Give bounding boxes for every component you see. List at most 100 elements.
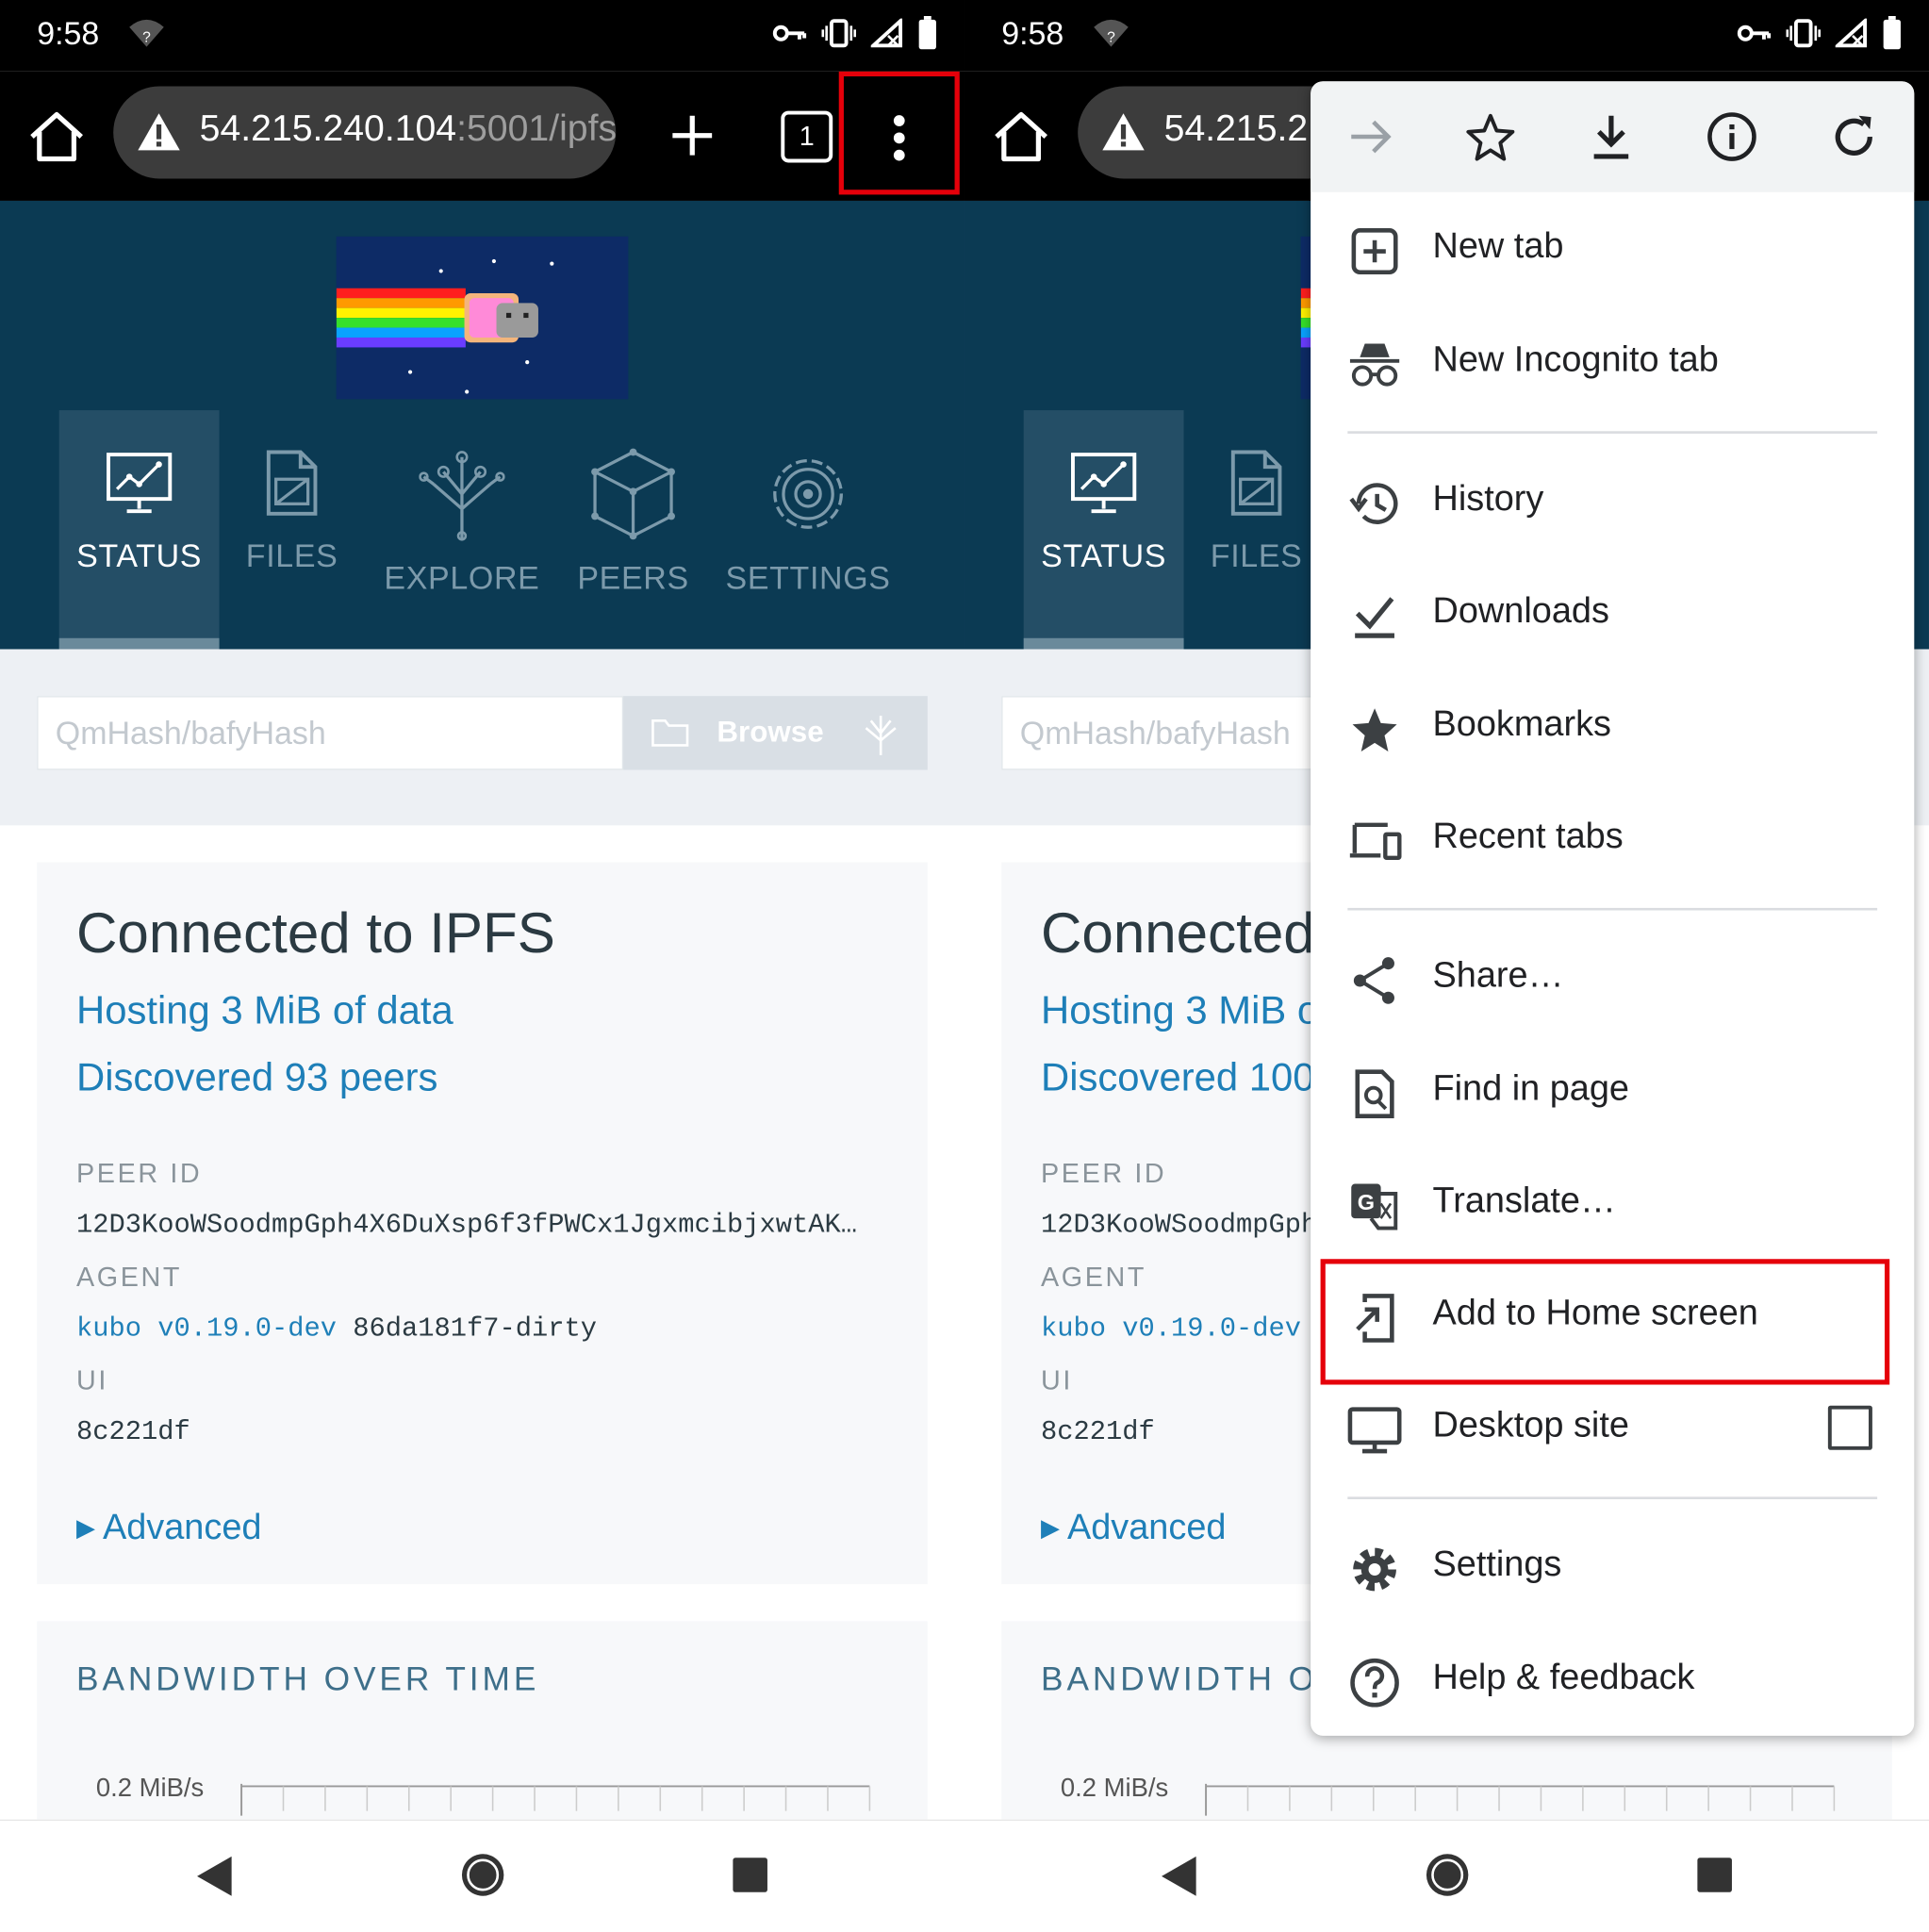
refresh-icon[interactable] <box>1823 106 1885 167</box>
menu-item-settings[interactable]: Settings <box>1311 1518 1914 1622</box>
status-bar: 9:58 ? <box>0 0 964 72</box>
desktop-site-checkbox[interactable] <box>1827 1405 1872 1450</box>
back-icon[interactable] <box>194 1854 234 1905</box>
advanced-label: Advanced <box>102 1508 262 1547</box>
peer-id-label: PEER ID <box>1041 1158 1167 1189</box>
ui-value: 8c221df <box>76 1416 190 1448</box>
nav-files[interactable]: FILES <box>241 447 342 575</box>
hash-search-field[interactable] <box>37 696 624 770</box>
menu-item-translate[interactable]: G Translate… <box>1311 1154 1914 1258</box>
files-icon <box>1206 447 1307 527</box>
menu-item-share[interactable]: Share… <box>1311 929 1914 1032</box>
menu-item-help-feedback[interactable]: Help & feedback <box>1311 1631 1914 1735</box>
vibrate-icon <box>821 19 857 55</box>
recents-square-icon[interactable] <box>1696 1857 1733 1900</box>
bandwidth-title: BANDWIDTH OVER TIME <box>76 1660 540 1698</box>
bookmarks-star-icon <box>1347 702 1401 756</box>
menu-item-find-in-page[interactable]: Find in page <box>1311 1042 1914 1146</box>
menu-label: History <box>1432 479 1544 520</box>
menu-button-highlight <box>838 71 960 195</box>
advanced-toggle[interactable]: ▶ Advanced <box>1041 1508 1226 1548</box>
hash-search-input[interactable] <box>38 697 622 769</box>
agent-link[interactable]: kubo v0.19.0-dev <box>1041 1313 1301 1345</box>
status-title: Connected to IPFS <box>76 900 555 965</box>
url-text: 54.215.240.104:5001/ipfs <box>200 108 617 150</box>
hosting-link[interactable]: Hosting 3 MiB of data <box>76 988 453 1033</box>
download-icon[interactable] <box>1580 106 1641 167</box>
agent-label: AGENT <box>76 1261 183 1293</box>
menu-divider <box>1347 1496 1878 1500</box>
search-strip: Browse <box>0 649 964 826</box>
recents-square-icon[interactable] <box>732 1857 768 1900</box>
menu-label: New Incognito tab <box>1432 339 1719 380</box>
peers-link[interactable]: Discovered 93 peers <box>76 1054 437 1099</box>
menu-label: Help & feedback <box>1432 1658 1695 1698</box>
add-to-home-screen-highlight <box>1320 1259 1890 1385</box>
nav-active-indicator <box>1023 637 1184 650</box>
battery-icon <box>917 15 937 57</box>
url-text: 54.215.2 <box>1163 107 1309 150</box>
nav-files[interactable]: FILES <box>1206 447 1307 575</box>
share-icon <box>1347 953 1401 1007</box>
ui-value: 8c221df <box>1041 1416 1155 1448</box>
nav-settings[interactable]: SETTINGS <box>724 447 892 597</box>
menu-divider <box>1347 431 1878 434</box>
menu-label: Translate… <box>1432 1181 1616 1221</box>
browse-button[interactable]: Browse <box>623 696 928 770</box>
back-icon[interactable] <box>1159 1854 1198 1905</box>
nav-files-label: FILES <box>1210 537 1303 574</box>
warning-icon <box>136 111 183 159</box>
disclosure-triangle-icon: ▶ <box>76 1515 96 1543</box>
info-icon[interactable] <box>1701 106 1762 167</box>
menu-item-recent-tabs[interactable]: Recent tabs <box>1311 789 1914 893</box>
home-icon[interactable] <box>989 105 1053 169</box>
menu-divider <box>1347 907 1878 911</box>
new-tab-plus-icon[interactable] <box>666 108 719 162</box>
downloads-check-icon <box>1347 589 1401 643</box>
menu-label: Bookmarks <box>1432 704 1611 745</box>
status-time: 9:58 <box>37 14 100 52</box>
nav-active-indicator <box>58 637 220 650</box>
vibrate-icon <box>1786 19 1822 55</box>
menu-action-row <box>1311 81 1915 192</box>
nav-explore-label: EXPLORE <box>384 559 540 597</box>
ipfs-header: STATUS FILES EXPLORE PEERS SETTINGS <box>0 200 964 650</box>
nav-explore[interactable]: EXPLORE <box>382 447 542 597</box>
agent-value: kubo v0.19.0-dev 86da181f7-dirty <box>76 1313 597 1345</box>
tab-switcher-button[interactable]: 1 <box>781 110 833 163</box>
nav-status[interactable]: STATUS <box>1024 447 1184 575</box>
menu-item-history[interactable]: History <box>1311 452 1914 555</box>
home-circle-icon[interactable] <box>1424 1852 1471 1905</box>
menu-item-downloads[interactable]: Downloads <box>1311 564 1914 668</box>
status-card: Connected to IPFS Hosting 3 MiB of data … <box>37 862 928 1585</box>
address-bar[interactable]: 54.215.240.104:5001/ipfs <box>113 86 617 179</box>
browse-label: Browse <box>717 716 824 750</box>
menu-item-new-incognito-tab[interactable]: New Incognito tab <box>1311 313 1914 417</box>
menu-item-bookmarks[interactable]: Bookmarks <box>1311 678 1914 782</box>
menu-item-new-tab[interactable]: New tab <box>1311 200 1914 304</box>
menu-label: Settings <box>1432 1544 1562 1585</box>
status-monitor-icon <box>1024 447 1184 527</box>
svg-text:?: ? <box>1107 29 1115 45</box>
menu-item-desktop-site[interactable]: Desktop site <box>1311 1379 1914 1482</box>
peers-link[interactable]: Discovered 100 <box>1041 1054 1314 1099</box>
home-circle-icon[interactable] <box>459 1852 506 1905</box>
forward-icon[interactable] <box>1340 106 1401 167</box>
url-path: :5001/ipfs <box>456 107 617 150</box>
menu-label: Desktop site <box>1432 1405 1629 1445</box>
agent-label: AGENT <box>1041 1261 1147 1293</box>
warning-icon <box>1100 111 1147 159</box>
nav-status[interactable]: STATUS <box>59 447 220 575</box>
help-icon <box>1347 1656 1401 1709</box>
android-nav-bar <box>964 1819 1929 1932</box>
nav-peers[interactable]: PEERS <box>571 447 695 597</box>
nav-status-label: STATUS <box>1041 537 1167 574</box>
home-icon[interactable] <box>25 105 89 169</box>
svg-text:?: ? <box>142 29 151 45</box>
advanced-label: Advanced <box>1066 1508 1227 1547</box>
files-icon <box>241 447 342 527</box>
advanced-toggle[interactable]: ▶ Advanced <box>76 1508 261 1548</box>
bandwidth-tick-label: 0.2 MiB/s <box>1060 1774 1169 1803</box>
agent-link[interactable]: kubo v0.19.0-dev <box>76 1313 337 1345</box>
star-icon[interactable] <box>1459 106 1521 167</box>
